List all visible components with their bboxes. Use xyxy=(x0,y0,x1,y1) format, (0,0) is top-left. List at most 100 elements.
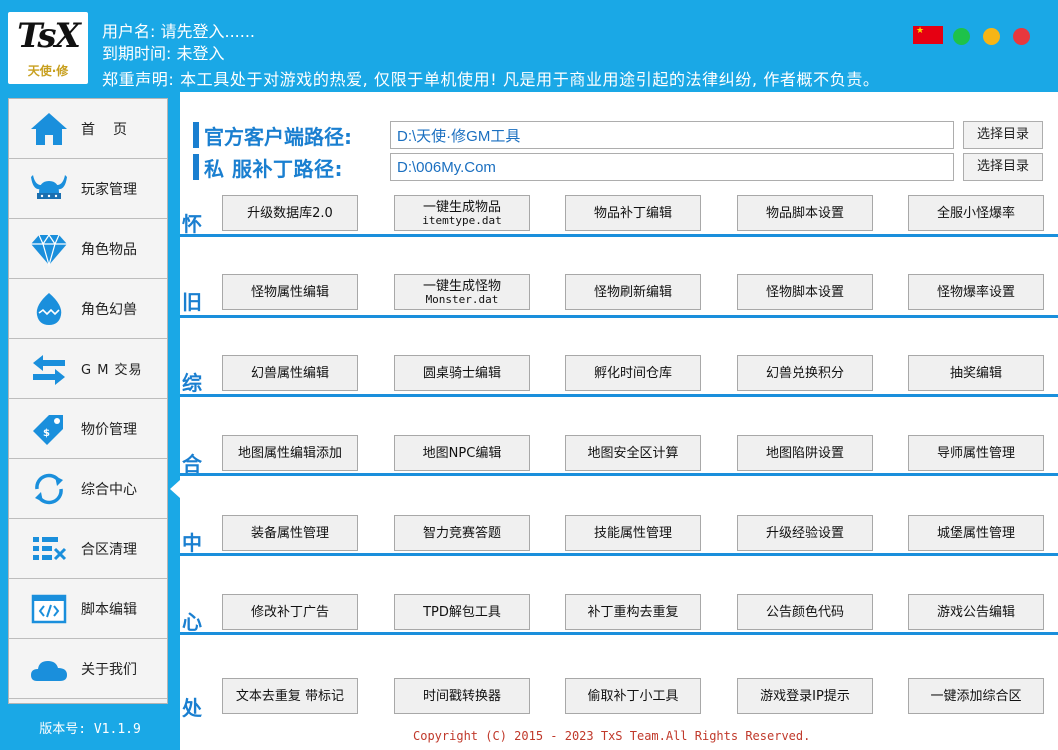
function-button[interactable]: 游戏公告编辑 xyxy=(908,594,1044,630)
function-button[interactable]: 游戏登录IP提示 xyxy=(737,678,873,714)
china-flag-icon[interactable]: ★ xyxy=(913,26,943,44)
path-accent-bar xyxy=(193,122,199,148)
function-button[interactable]: 城堡属性管理 xyxy=(908,515,1044,551)
row-divider xyxy=(180,553,1058,556)
version-label: 版本号: V1.1.9 xyxy=(39,722,141,737)
row-divider xyxy=(180,632,1058,635)
row-divider xyxy=(180,394,1058,397)
function-button[interactable]: 怪物脚本设置 xyxy=(737,274,873,310)
refresh-icon xyxy=(35,473,63,505)
username-status[interactable]: 用户名: 请先登入...... xyxy=(102,18,255,42)
function-button[interactable]: 导师属性管理 xyxy=(908,435,1044,471)
row-divider xyxy=(180,234,1058,237)
function-button[interactable]: 升级经验设置 xyxy=(737,515,873,551)
expiry-status: 到期时间: 未登入 xyxy=(102,44,225,63)
private-browse-button[interactable]: 选择目录 xyxy=(963,153,1043,181)
logo-text: TsX xyxy=(17,16,81,56)
svg-text:$: $ xyxy=(43,428,50,439)
official-browse-button[interactable]: 选择目录 xyxy=(963,121,1043,149)
sidebar-item-label: 角色幻兽 xyxy=(81,302,137,318)
function-button[interactable]: 抽奖编辑 xyxy=(908,355,1044,391)
row-divider xyxy=(180,315,1058,318)
function-button[interactable]: 一键生成怪物 Monster.dat xyxy=(394,274,530,310)
row-char: 怀 xyxy=(182,212,202,236)
cloud-icon xyxy=(31,661,67,681)
function-button[interactable]: TPD解包工具 xyxy=(394,594,530,630)
sidebar-item-merge-clean[interactable]: 合区清理 xyxy=(9,519,167,579)
sidebar-item-label: 脚本编辑 xyxy=(81,602,137,618)
function-button[interactable]: 一键生成物品 itemtype.dat xyxy=(394,195,530,231)
row-char: 处 xyxy=(182,696,202,720)
sidebar-item-about[interactable]: 关于我们 xyxy=(9,639,167,699)
function-button[interactable]: 幻兽兑换积分 xyxy=(737,355,873,391)
sidebar-item-label: 关于我们 xyxy=(81,662,137,678)
function-button[interactable]: 孵化时间仓库 xyxy=(565,355,701,391)
path-accent-bar xyxy=(193,154,199,180)
row-char: 旧 xyxy=(182,290,202,314)
sidebar-item-home[interactable]: 首页 xyxy=(9,99,167,159)
function-button[interactable]: 怪物爆率设置 xyxy=(908,274,1044,310)
function-button[interactable]: 全服小怪爆率 xyxy=(908,195,1044,231)
sidebar-item-label: 玩家管理 xyxy=(81,182,137,198)
list-clean-icon xyxy=(33,537,67,561)
green-dot-button[interactable] xyxy=(953,28,970,45)
official-path-input[interactable] xyxy=(390,121,954,149)
close-dot-button[interactable] xyxy=(1013,28,1030,45)
minimize-dot-button[interactable] xyxy=(983,28,1000,45)
function-button[interactable]: 物品补丁编辑 xyxy=(565,195,701,231)
sidebar-item-script-edit[interactable]: 脚本编辑 xyxy=(9,579,167,639)
private-path-input[interactable] xyxy=(390,153,954,181)
sidebar-item-label: 物价管理 xyxy=(81,422,137,438)
official-path-label: 官方客户端路径: xyxy=(204,125,352,149)
function-button[interactable]: 地图安全区计算 xyxy=(565,435,701,471)
function-button[interactable]: 地图属性编辑添加 xyxy=(222,435,358,471)
active-indicator xyxy=(170,480,180,498)
sidebar-item-pets[interactable]: 角色幻兽 xyxy=(9,279,167,339)
sidebar: 首页 玩家管理 角色物品 角色幻兽 G M 交易 $ 物价管理 综合中心 合区清… xyxy=(0,92,180,750)
private-path-label: 私 服补丁路径: xyxy=(204,157,343,181)
function-button[interactable]: 修改补丁广告 xyxy=(222,594,358,630)
copyright-text: Copyright (C) 2015 - 2023 TxS Team.All R… xyxy=(413,729,811,743)
diamond-icon xyxy=(31,233,67,267)
row-char: 心 xyxy=(182,610,202,634)
exchange-arrows-icon xyxy=(33,355,65,385)
function-button[interactable]: 圆桌骑士编辑 xyxy=(394,355,530,391)
function-button[interactable]: 技能属性管理 xyxy=(565,515,701,551)
function-button[interactable]: 地图NPC编辑 xyxy=(394,435,530,471)
function-button[interactable]: 怪物刷新编辑 xyxy=(565,274,701,310)
viking-helmet-icon xyxy=(31,175,67,199)
sidebar-item-label: G M 交易 xyxy=(81,363,143,378)
function-button[interactable]: 文本去重复 带标记 xyxy=(222,678,358,714)
function-button[interactable]: 装备属性管理 xyxy=(222,515,358,551)
row-divider xyxy=(180,473,1058,476)
code-window-icon xyxy=(31,594,67,624)
sidebar-item-label: 综合中心 xyxy=(81,482,137,498)
function-button[interactable]: 地图陷阱设置 xyxy=(737,435,873,471)
function-button[interactable]: 时间戳转换器 xyxy=(394,678,530,714)
home-icon xyxy=(31,113,67,145)
function-button[interactable]: 智力竞赛答题 xyxy=(394,515,530,551)
function-button[interactable]: 幻兽属性编辑 xyxy=(222,355,358,391)
logo-subtext: 天使·修 xyxy=(27,64,69,78)
sidebar-item-prices[interactable]: $ 物价管理 xyxy=(9,399,167,459)
sidebar-item-label: 首页 xyxy=(81,122,145,138)
function-button[interactable]: 偷取补丁小工具 xyxy=(565,678,701,714)
function-button[interactable]: 补丁重构去重复 xyxy=(565,594,701,630)
function-button[interactable]: 升级数据库2.0 xyxy=(222,195,358,231)
sidebar-item-gm-trade[interactable]: G M 交易 xyxy=(9,339,167,399)
sidebar-item-center[interactable]: 综合中心 xyxy=(9,459,167,519)
disclaimer-text: 郑重声明: 本工具处于对游戏的热爱, 仅限于单机使用! 凡是用于商业用途引起的法… xyxy=(102,70,880,89)
row-char: 中 xyxy=(182,531,202,555)
header-bar: TsX 天使·修 用户名: 请先登入...... 到期时间: 未登入 郑重声明:… xyxy=(0,0,1058,92)
tsx-logo: TsX 天使·修 xyxy=(8,12,88,84)
function-button[interactable]: 公告颜色代码 xyxy=(737,594,873,630)
row-char: 综 xyxy=(182,371,202,395)
sidebar-item-items[interactable]: 角色物品 xyxy=(9,219,167,279)
function-button[interactable]: 物品脚本设置 xyxy=(737,195,873,231)
sidebar-item-label: 合区清理 xyxy=(81,542,137,558)
sidebar-nav: 首页 玩家管理 角色物品 角色幻兽 G M 交易 $ 物价管理 综合中心 合区清… xyxy=(8,98,168,704)
egg-icon xyxy=(36,293,62,325)
function-button[interactable]: 一键添加综合区 xyxy=(908,678,1044,714)
sidebar-item-players[interactable]: 玩家管理 xyxy=(9,159,167,219)
function-button[interactable]: 怪物属性编辑 xyxy=(222,274,358,310)
